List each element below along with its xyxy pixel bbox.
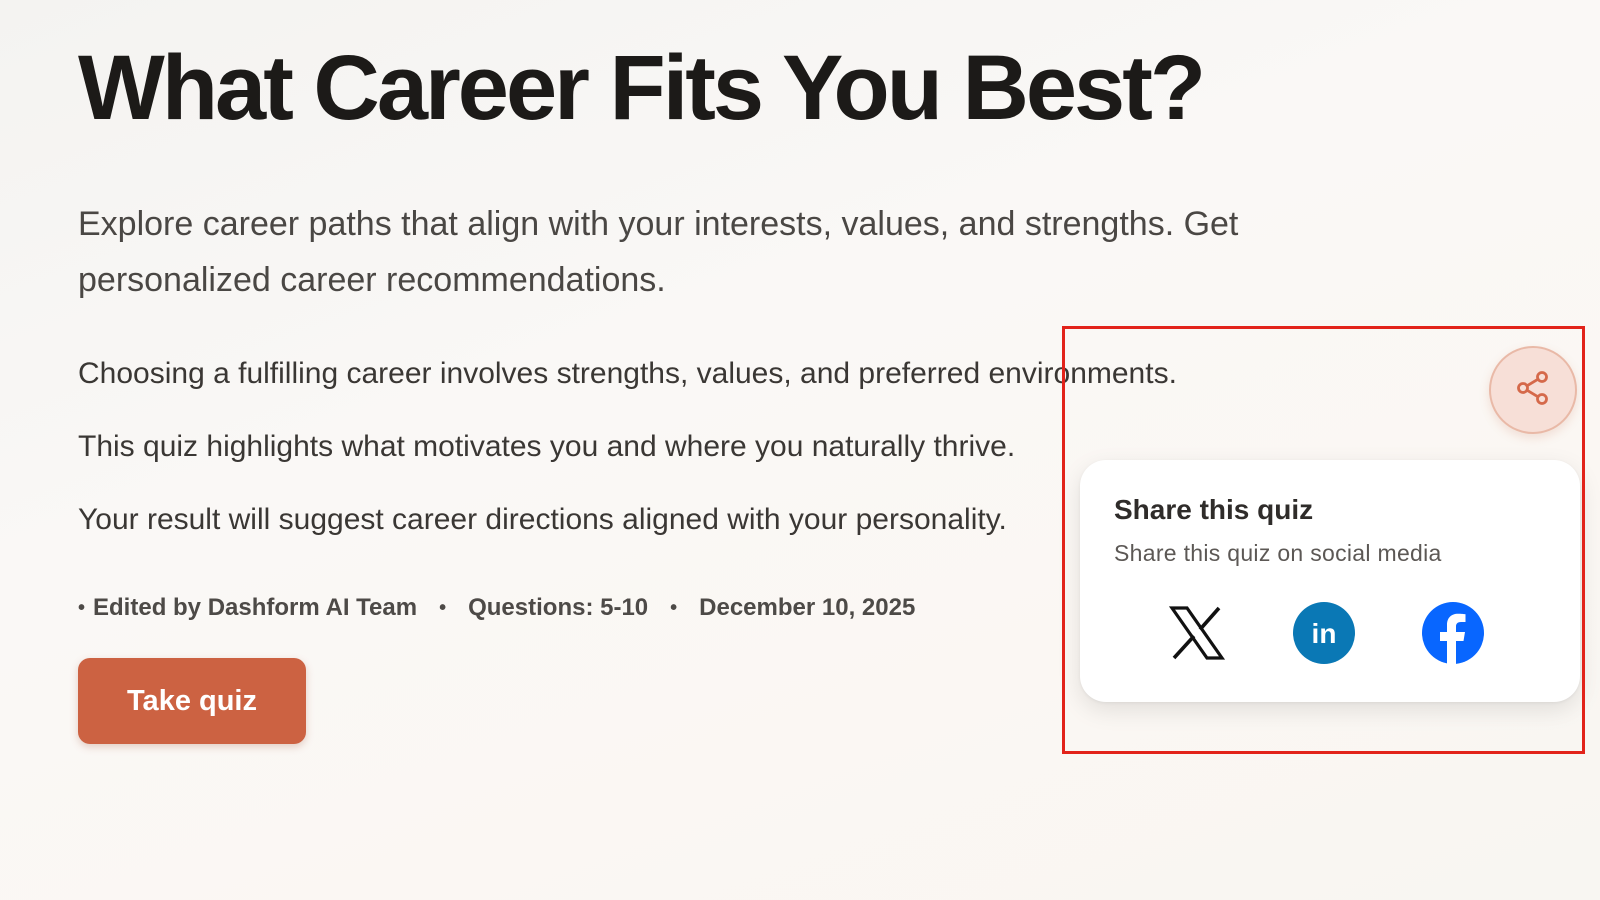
question-count: Questions: 5-10	[468, 594, 649, 621]
bullet: •	[439, 596, 447, 619]
page-title: What Career Fits You Best?	[78, 37, 1206, 139]
share-card-title: Share this quiz	[1114, 494, 1314, 525]
bullet: •	[670, 596, 678, 619]
facebook-icon	[1421, 601, 1485, 670]
quiz-meta: • Edited by Dashform AI Team • Questions…	[78, 594, 915, 622]
linkedin-glyph: in	[1312, 618, 1337, 649]
share-icon	[1513, 368, 1553, 413]
x-icon	[1168, 604, 1226, 667]
linkedin-icon: in	[1292, 601, 1356, 670]
take-quiz-button[interactable]: Take quiz	[78, 658, 306, 744]
share-facebook-button[interactable]	[1420, 601, 1486, 670]
page-subtitle: Explore career paths that align with you…	[78, 205, 1239, 299]
bullet: •	[78, 596, 86, 619]
share-x-button[interactable]	[1164, 602, 1230, 668]
description-line: Your result will suggest career directio…	[78, 503, 1007, 536]
publish-date: December 10, 2025	[699, 594, 916, 621]
share-popover: Share this quiz Share this quiz on socia…	[1080, 460, 1580, 702]
share-linkedin-button[interactable]: in	[1291, 601, 1357, 670]
description: Choosing a fulfilling career involves st…	[78, 354, 1177, 573]
description-line: This quiz highlights what motivates you …	[78, 430, 1016, 463]
description-line: Choosing a fulfilling career involves st…	[78, 357, 1177, 390]
quiz-page: What Career Fits You Best? Explore caree…	[0, 0, 1600, 900]
share-button[interactable]	[1489, 346, 1577, 434]
share-card-subtitle: Share this quiz on social media	[1114, 540, 1442, 566]
editor-credit: Edited by Dashform AI Team	[93, 594, 418, 621]
